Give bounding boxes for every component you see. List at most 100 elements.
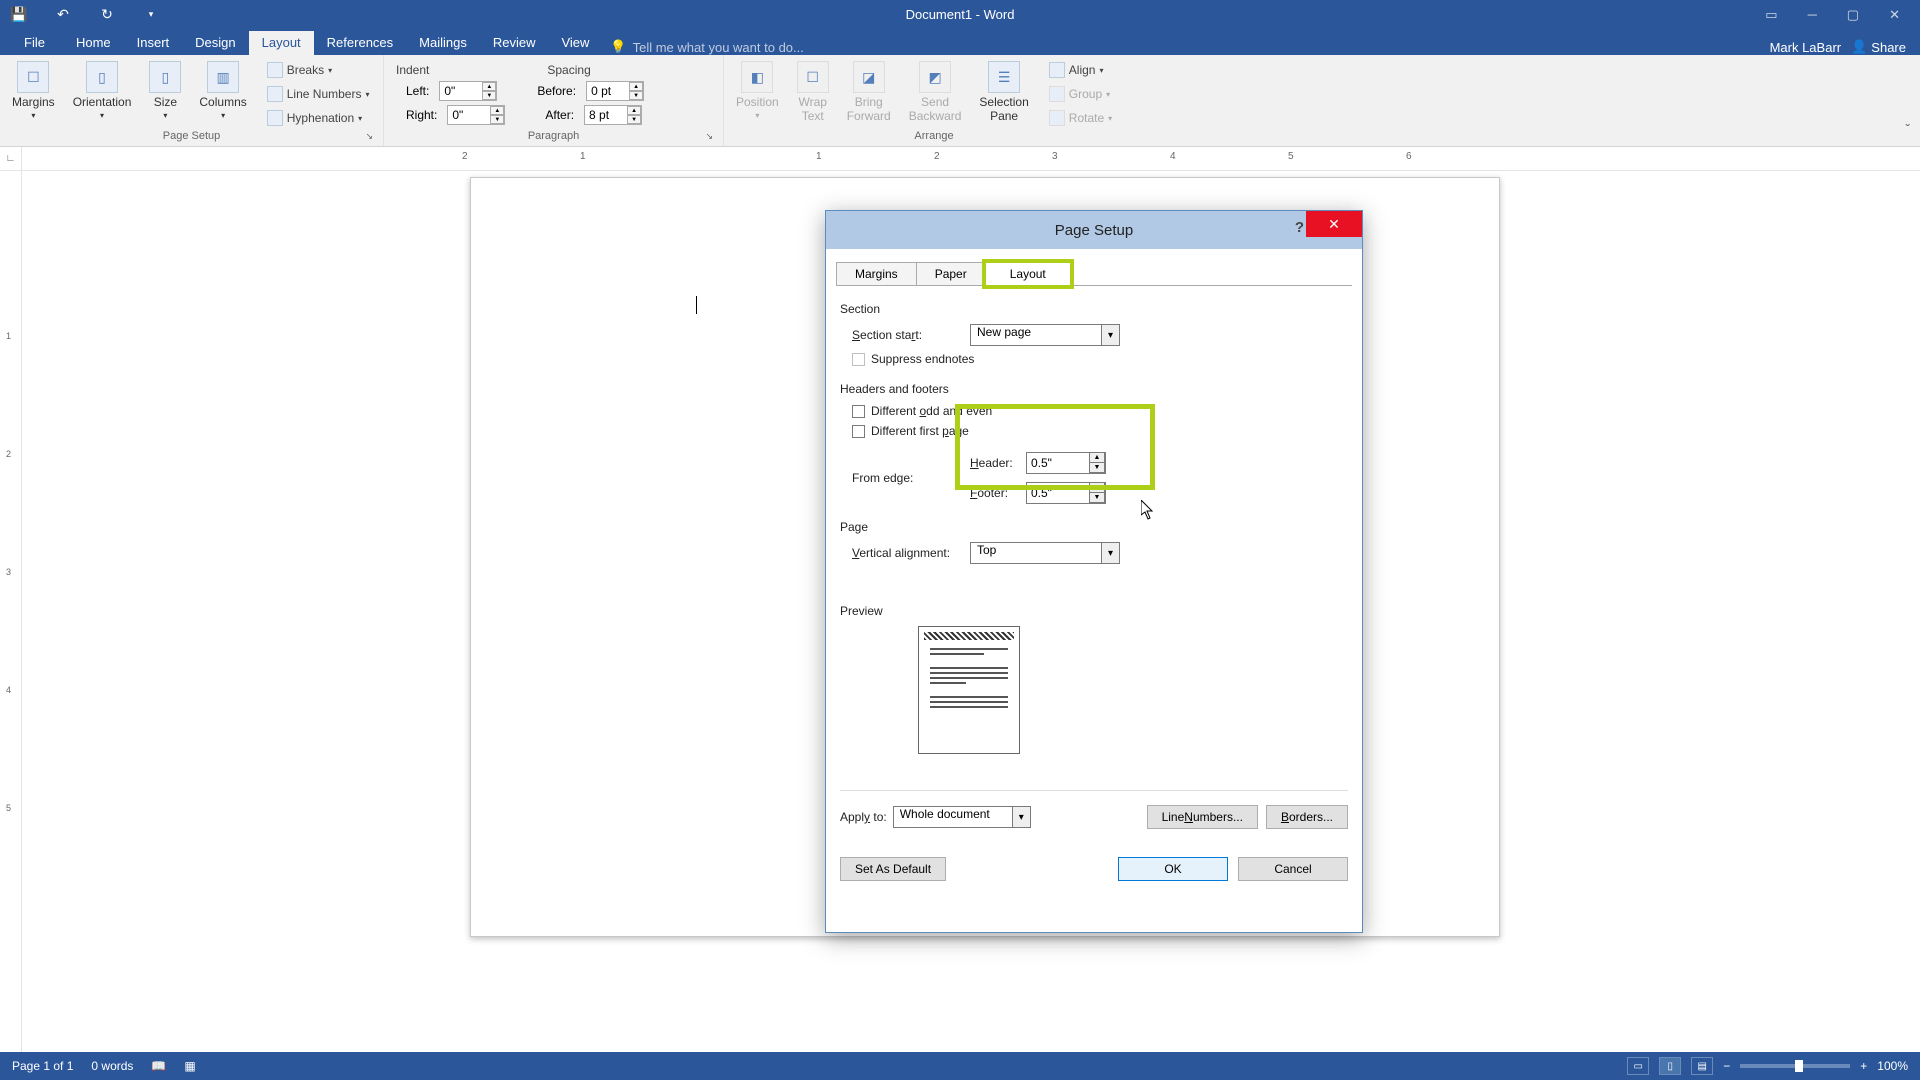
selection-pane-label: Selection Pane [979, 95, 1028, 123]
cancel-button[interactable]: Cancel [1238, 857, 1348, 881]
tab-design[interactable]: Design [182, 31, 248, 55]
ruler-mark: 1 [580, 151, 586, 162]
ribbon: ☐Margins▾ ▯Orientation▾ ▯Size▾ ▥Columns▾… [0, 55, 1920, 147]
ruler-mark: 4 [1170, 151, 1176, 162]
zoom-slider[interactable] [1740, 1064, 1850, 1068]
first-page-checkbox[interactable] [852, 425, 865, 438]
send-backward-icon: ◩ [919, 61, 951, 93]
from-edge-label: From edge: [852, 471, 970, 485]
columns-label: Columns [199, 95, 246, 109]
tab-insert[interactable]: Insert [124, 31, 183, 55]
read-mode-button[interactable]: ▭ [1627, 1057, 1649, 1075]
set-default-button[interactable]: Set As Default [840, 857, 946, 881]
paragraph-launcher[interactable]: ↘ [705, 131, 713, 142]
preview-thumbnail [918, 626, 1020, 754]
align-button[interactable]: Align ▾ [1045, 59, 1116, 81]
position-icon: ◧ [741, 61, 773, 93]
apply-to-label: Apply to: [840, 810, 887, 824]
macro-icon[interactable]: ▦ [184, 1059, 195, 1073]
maximize-icon[interactable]: ▢ [1847, 7, 1859, 23]
indent-heading: Indent [396, 63, 429, 77]
tab-layout[interactable]: Layout [249, 31, 314, 55]
close-icon[interactable]: ✕ [1889, 7, 1900, 23]
share-button[interactable]: 👤 Share [1851, 39, 1906, 55]
close-dialog-button[interactable]: ✕ [1306, 211, 1362, 237]
user-name[interactable]: Mark LaBarr [1770, 40, 1842, 55]
zoom-thumb[interactable] [1795, 1060, 1803, 1072]
page-count[interactable]: Page 1 of 1 [12, 1059, 73, 1073]
save-icon[interactable]: 💾 [6, 3, 32, 27]
ribbon-display-icon[interactable]: ▭ [1765, 7, 1777, 23]
zoom-in-button[interactable]: + [1860, 1059, 1867, 1073]
orientation-button[interactable]: ▯Orientation▾ [67, 59, 138, 122]
minimize-icon[interactable]: ─ [1808, 7, 1817, 23]
ok-button[interactable]: OK [1118, 857, 1228, 881]
footer-spinner[interactable]: ▲▼ [1026, 482, 1106, 504]
print-layout-button[interactable]: ▯ [1659, 1057, 1681, 1075]
columns-button[interactable]: ▥Columns▾ [193, 59, 252, 122]
indent-right-label: Right: [406, 108, 437, 122]
spacing-after-spinner[interactable]: ▲▼ [627, 106, 641, 124]
margins-label: Margins [12, 95, 55, 109]
section-start-select[interactable]: New page ▾ [970, 324, 1120, 346]
preview-group: Preview [840, 604, 1348, 754]
tab-selector[interactable]: ∟ [0, 147, 22, 170]
preview-heading: Preview [840, 604, 1348, 618]
line-numbers-dialog-button[interactable]: Line Numbers... [1147, 805, 1258, 829]
dialog-titlebar[interactable]: Page Setup ? ✕ [826, 211, 1362, 249]
undo-icon[interactable]: ↶ [50, 3, 76, 27]
ruler-mark: 5 [6, 803, 11, 813]
bring-forward-button: ◪Bring Forward [841, 59, 897, 125]
hf-heading: Headers and footers [840, 382, 1348, 396]
tab-view[interactable]: View [548, 31, 602, 55]
indent-right-spinner[interactable]: ▲▼ [490, 106, 504, 124]
indent-left-spinner[interactable]: ▲▼ [482, 82, 496, 100]
tab-margins[interactable]: Margins [836, 262, 917, 286]
tab-references[interactable]: References [314, 31, 406, 55]
tab-layout-dialog[interactable]: Layout [985, 262, 1071, 286]
status-bar: Page 1 of 1 0 words 📖 ▦ ▭ ▯ ▤ − + 100% [0, 1052, 1920, 1080]
vertical-ruler[interactable]: 1 2 3 4 5 [0, 171, 22, 1052]
spacing-before-spinner[interactable]: ▲▼ [629, 82, 643, 100]
web-layout-button[interactable]: ▤ [1691, 1057, 1713, 1075]
footer-spin-down[interactable]: ▼ [1089, 492, 1105, 503]
first-page-label: Different first page [871, 424, 969, 438]
borders-dialog-button[interactable]: Borders... [1266, 805, 1348, 829]
selection-pane-button[interactable]: ☰Selection Pane [973, 59, 1034, 125]
ruler-mark: 3 [6, 567, 11, 577]
columns-icon: ▥ [207, 61, 239, 93]
apply-to-select[interactable]: Whole document ▾ [893, 806, 1031, 828]
tell-me-placeholder: Tell me what you want to do... [633, 40, 804, 55]
tab-mailings[interactable]: Mailings [406, 31, 480, 55]
position-label: Position [736, 95, 779, 109]
zoom-out-button[interactable]: − [1723, 1059, 1730, 1073]
ruler-mark: 2 [6, 449, 11, 459]
spell-check-icon[interactable]: 📖 [151, 1059, 166, 1073]
line-numbers-button[interactable]: Line Numbers ▾ [263, 83, 374, 105]
tab-review[interactable]: Review [480, 31, 549, 55]
ruler-mark: 2 [934, 151, 940, 162]
horizontal-ruler[interactable]: ∟ 2 1 1 2 3 4 5 6 [0, 147, 1920, 171]
redo-icon[interactable]: ↻ [94, 3, 120, 27]
collapse-ribbon-icon[interactable]: ˇ [1905, 121, 1910, 137]
word-count[interactable]: 0 words [91, 1059, 133, 1073]
zoom-level[interactable]: 100% [1877, 1059, 1908, 1073]
header-spin-down[interactable]: ▼ [1089, 462, 1105, 473]
odd-even-checkbox[interactable] [852, 405, 865, 418]
tab-file[interactable]: File [6, 31, 63, 55]
tab-paper[interactable]: Paper [916, 262, 986, 286]
tell-me-search[interactable]: 💡 Tell me what you want to do... [610, 39, 803, 55]
qat-customize-icon[interactable]: ▾ [138, 3, 164, 27]
breaks-button[interactable]: Breaks ▾ [263, 59, 374, 81]
ruler-mark: 1 [6, 331, 11, 341]
margins-button[interactable]: ☐Margins▾ [6, 59, 61, 122]
header-spinner[interactable]: ▲▼ [1026, 452, 1106, 474]
size-button[interactable]: ▯Size▾ [143, 59, 187, 122]
hyphenation-button[interactable]: Hyphenation ▾ [263, 107, 374, 129]
tab-home[interactable]: Home [63, 31, 124, 55]
group-button: Group ▾ [1045, 83, 1116, 105]
size-label: Size [154, 95, 177, 109]
help-button[interactable]: ? [1295, 219, 1304, 236]
page-setup-launcher[interactable]: ↘ [365, 131, 373, 142]
valign-select[interactable]: Top ▾ [970, 542, 1120, 564]
